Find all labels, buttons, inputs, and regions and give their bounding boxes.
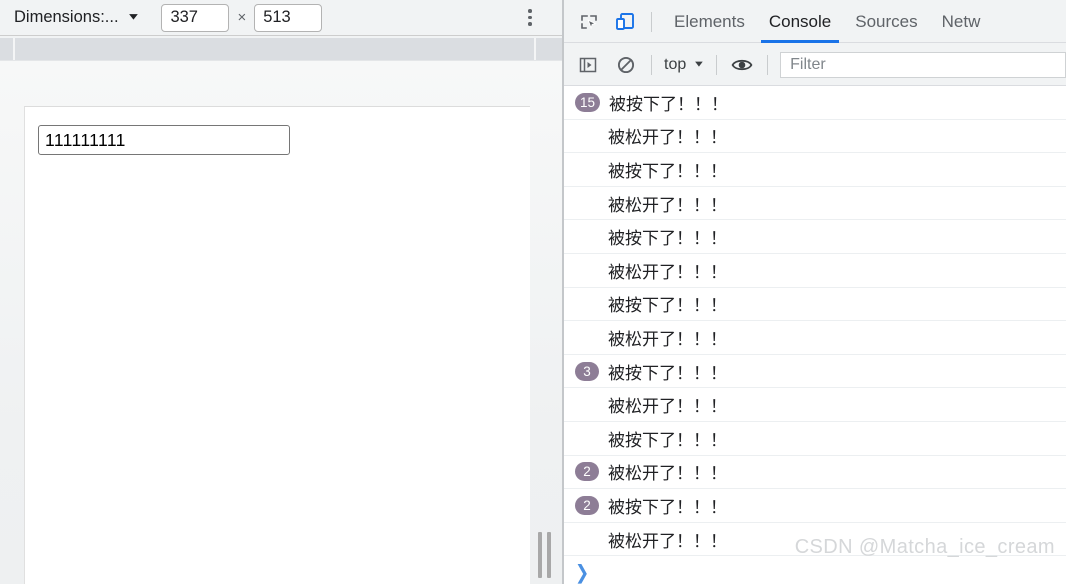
watermark-text: CSDN @Matcha_ice_cream (794, 536, 1055, 558)
console-message-text: 被按下了！！！ (608, 296, 727, 317)
chevron-down-icon: ▼ (692, 59, 706, 70)
console-message-row[interactable]: 被松开了！！！ (563, 388, 1066, 422)
toolbar-divider (716, 54, 718, 75)
message-repeat-badge: 2 (575, 495, 599, 515)
message-repeat-badge: 3 (575, 361, 599, 381)
console-message-list[interactable]: 15 被按下了！！！ 被松开了！！！ 被按下了！！！ 被松开了！！！ 被按下了！！！ 被松开… (563, 86, 1066, 584)
kebab-dot (528, 9, 532, 13)
viewport-resize-handle[interactable] (535, 531, 553, 579)
console-message-row[interactable]: 被松开了！！！ (563, 254, 1066, 288)
toolbar-divider (651, 11, 652, 32)
console-filter-input[interactable] (780, 51, 1066, 78)
console-message-text: 被松开了！！！ (608, 329, 727, 350)
device-toolbar-icon[interactable] (610, 7, 640, 37)
message-badge-spacer (575, 194, 599, 213)
console-message-text: 被松开了！！！ (608, 531, 727, 552)
panel-splitter[interactable] (562, 0, 564, 584)
console-message-row[interactable]: 被按下了！！！ (563, 153, 1066, 187)
message-badge-spacer (575, 294, 599, 313)
viewport-ruler[interactable] (0, 36, 563, 61)
console-message-text: 被松开了！！！ (608, 397, 727, 418)
dimensions-dropdown[interactable]: Dimensions:... ▼ (14, 8, 141, 27)
device-emulation-pane: Dimensions:... ▼ × (0, 0, 563, 584)
console-message-row[interactable]: 被按下了！！！ (563, 220, 1066, 254)
message-badge-spacer (575, 126, 599, 145)
tab-elements[interactable]: Elements (662, 0, 757, 43)
console-message-row[interactable]: 2 被按下了！！！ (563, 489, 1066, 523)
execution-context-label: top (664, 55, 687, 73)
multiply-symbol: × (237, 9, 247, 26)
console-message-row[interactable]: 被按下了！！！ (563, 422, 1066, 456)
console-message-row[interactable]: 被按下了！！！ (563, 288, 1066, 322)
console-message-text: 被松开了！！！ (608, 195, 727, 216)
viewport-height-input[interactable] (254, 3, 323, 32)
tab-sources[interactable]: Sources (843, 0, 929, 43)
rendered-page (24, 106, 530, 584)
console-message-text: 被按下了！！！ (608, 229, 727, 250)
tab-network[interactable]: Netw (930, 0, 993, 43)
message-badge-spacer (575, 395, 599, 414)
message-badge-spacer (575, 328, 599, 347)
console-message-text: 被按下了！！！ (608, 363, 727, 384)
tab-console[interactable]: Console (757, 0, 843, 43)
console-toolbar: top ▼ (563, 43, 1066, 86)
console-sidebar-icon[interactable] (573, 51, 603, 79)
devtools-panel: Elements Console Sources Netw top ▼ Filt… (563, 0, 1066, 584)
live-expression-icon[interactable] (727, 51, 757, 79)
console-message-row[interactable]: 被松开了！！！ (563, 187, 1066, 221)
console-message-text: 被松开了！！！ (608, 262, 727, 283)
console-message-row[interactable]: 被松开了！！！ (563, 120, 1066, 154)
dimensions-label: Dimensions:... (14, 8, 119, 26)
kebab-dot (528, 15, 532, 20)
message-badge-spacer (575, 429, 599, 448)
message-badge-spacer (575, 160, 599, 179)
ruler-track (0, 38, 563, 60)
device-toolbar: Dimensions:... ▼ × (0, 0, 563, 36)
console-message-row[interactable]: 15 被按下了！！！ (563, 86, 1066, 120)
console-message-text: 被按下了！！！ (608, 430, 727, 451)
message-repeat-badge: 2 (575, 462, 599, 482)
toolbar-divider (651, 54, 652, 75)
chevron-down-icon: ▼ (125, 11, 141, 23)
message-badge-spacer (575, 261, 599, 280)
console-message-row[interactable]: 2 被松开了！！！ (563, 456, 1066, 490)
console-message-text: 被松开了！！！ (608, 128, 727, 149)
ruler-tick (534, 38, 536, 60)
toolbar-divider (767, 54, 769, 75)
handle-bar (546, 532, 551, 578)
console-message-text: 被按下了！！！ (608, 497, 727, 518)
console-message-text: 被松开了！！！ (608, 464, 727, 485)
kebab-dot (528, 22, 532, 26)
clear-console-icon[interactable] (611, 51, 641, 79)
prompt-arrow-icon: ❯ (575, 561, 590, 584)
ruler-tick (13, 38, 15, 60)
message-repeat-badge: 15 (575, 92, 601, 112)
page-text-input[interactable] (38, 125, 290, 155)
console-message-row[interactable]: 被松开了！！！ (563, 321, 1066, 355)
message-badge-spacer (575, 530, 599, 549)
handle-bar (537, 532, 542, 578)
console-message-text: 被按下了！！！ (608, 161, 727, 182)
more-options-icon[interactable] (521, 9, 539, 27)
viewport-width-input[interactable] (161, 3, 230, 32)
message-badge-spacer (575, 227, 599, 246)
execution-context-dropdown[interactable]: top ▼ (658, 56, 710, 74)
console-prompt-row[interactable]: ❯ (563, 556, 1066, 584)
console-message-row[interactable]: 3 被按下了！！！ (563, 355, 1066, 389)
devtools-window: Dimensions:... ▼ × (0, 0, 1066, 584)
inspect-element-icon[interactable] (574, 7, 604, 37)
emulated-viewport (0, 61, 563, 584)
console-message-text: 被按下了！！！ (609, 94, 729, 115)
devtools-tabbar: Elements Console Sources Netw (563, 0, 1066, 43)
